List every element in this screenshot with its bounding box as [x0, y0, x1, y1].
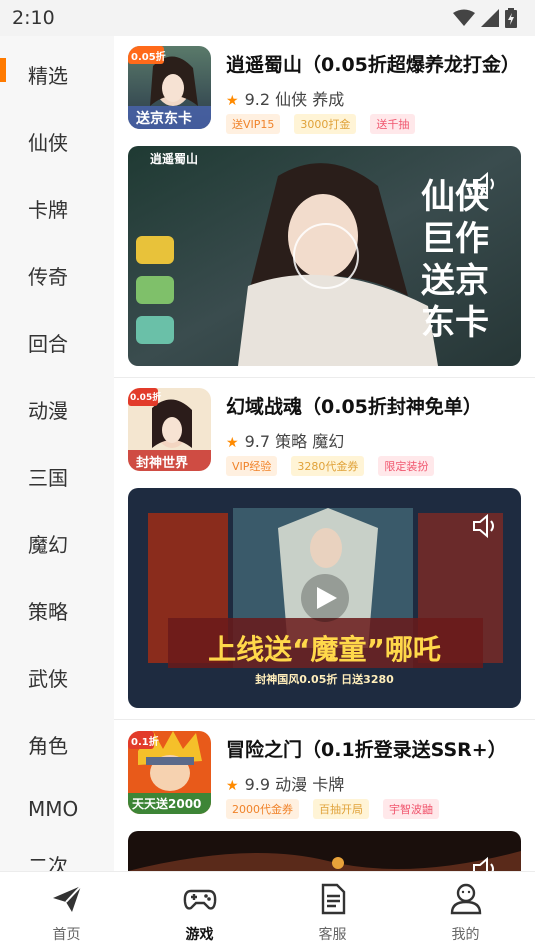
nav-label: 客服	[318, 927, 347, 943]
sidebar-item-label: 魔幻	[28, 533, 68, 557]
game-rating: 9.9	[244, 775, 271, 794]
battery-icon	[505, 8, 517, 28]
nav-home[interactable]: 首页	[0, 872, 133, 952]
game-video-banner[interactable]	[128, 831, 521, 871]
status-bar: 2:10	[0, 0, 535, 36]
sidebar-item[interactable]: 二次	[0, 840, 114, 871]
thumb-caption: 封神世界	[136, 456, 189, 471]
sidebar-item[interactable]: 回合	[0, 318, 114, 358]
sidebar-item-label: MMO	[28, 797, 79, 821]
game-title[interactable]: 逍遥蜀山（0.05折超爆养龙打金）	[226, 50, 520, 77]
tag-badge: 3280代金券	[291, 456, 365, 476]
sidebar-item-label: 三国	[28, 466, 68, 490]
sidebar-item-label: 传奇	[28, 265, 68, 289]
game-tags: 2000代金券 百抽开局 宇智波鼬	[226, 799, 439, 819]
game-tags: 送VIP15 3000打金 送千抽	[226, 114, 416, 134]
sidebar-item-label: 角色	[28, 734, 68, 758]
sidebar-item[interactable]: 卡牌	[0, 184, 114, 224]
nav-customer-service[interactable]: 客服	[266, 872, 399, 952]
sidebar-item[interactable]: 精选	[0, 50, 114, 90]
game-icon-image[interactable]: 0.05折 封神世界	[128, 388, 211, 471]
game-rating: 9.7	[244, 432, 271, 451]
game-video-banner[interactable]: 上线送“魔童”哪吒 封神国风0.05折 日送3280	[128, 488, 521, 708]
sidebar-item[interactable]: 传奇	[0, 251, 114, 291]
game-meta: ★ 9.9 动漫 卡牌	[226, 771, 344, 795]
thumb-caption: 天天送2000	[132, 797, 202, 811]
gamepad-icon	[183, 889, 216, 910]
tag-badge: 3000打金	[294, 114, 357, 134]
star-icon: ★	[226, 435, 239, 451]
tag-badge: 限定装扮	[378, 456, 435, 476]
sidebar-item[interactable]: 魔幻	[0, 519, 114, 559]
mute-icon[interactable]	[471, 170, 499, 198]
tag-badge: 2000代金券	[226, 799, 299, 819]
game-icon-image[interactable]: 0.05折 送京东卡	[128, 46, 211, 129]
sidebar-item-label: 精选	[28, 64, 68, 88]
game-meta: ★ 9.7 策略 魔幻	[226, 428, 344, 452]
tag-badge: 宇智波鼬	[383, 799, 439, 819]
bottom-nav: 首页 游戏 客服 我的	[0, 871, 535, 952]
thumb-badge: 0.1折	[131, 737, 159, 748]
sidebar-item-label: 回合	[28, 332, 68, 356]
nav-label: 首页	[52, 927, 81, 943]
star-icon: ★	[226, 93, 239, 109]
divider	[114, 377, 535, 378]
game-genres: 仙侠 养成	[275, 90, 345, 109]
banner-logo: 逍遥蜀山	[150, 152, 199, 166]
sidebar-item[interactable]: 武侠	[0, 653, 114, 693]
mute-icon[interactable]	[471, 855, 499, 871]
game-genres: 动漫 卡牌	[275, 775, 345, 794]
sidebar-item-label: 策略	[28, 600, 68, 624]
sidebar-item-label: 二次	[28, 854, 68, 871]
status-time: 2:10	[12, 7, 55, 29]
banner-subcaption: 封神国风0.05折 日送3280	[255, 673, 394, 686]
sidebar-item[interactable]: 角色	[0, 720, 114, 760]
sidebar-item-label: 武侠	[28, 667, 68, 691]
star-icon: ★	[226, 778, 239, 794]
cellular-icon	[481, 9, 499, 27]
game-tags: VIP经验 3280代金券 限定装扮	[226, 456, 435, 476]
sidebar-item-label: 仙侠	[28, 131, 68, 155]
sidebar-item-label: 卡牌	[28, 198, 68, 222]
game-video-banner[interactable]: 逍遥蜀山 仙侠巨作 送京东卡	[128, 146, 521, 366]
user-icon	[450, 883, 481, 915]
nav-label: 游戏	[185, 927, 214, 943]
thumb-badge: 0.05折	[130, 393, 162, 403]
banner-caption: 上线送“魔童”哪吒	[208, 633, 441, 666]
mute-icon[interactable]	[471, 512, 499, 540]
document-icon	[321, 883, 345, 915]
tag-badge: VIP经验	[226, 456, 278, 476]
game-title[interactable]: 冒险之门（0.1折登录送SSR+）	[226, 735, 507, 762]
sidebar-item-label: 动漫	[28, 399, 68, 423]
sidebar-item[interactable]: MMO	[0, 787, 114, 827]
category-sidebar: 精选 仙侠 卡牌 传奇 回合 动漫 三国 魔幻 策略 武侠 角色 MMO 二次	[0, 36, 114, 871]
game-title[interactable]: 幻域战魂（0.05折封神免单）	[226, 392, 482, 419]
game-genres: 策略 魔幻	[275, 432, 345, 451]
tag-badge: 百抽开局	[313, 799, 369, 819]
thumb-badge: 0.05折	[131, 52, 166, 63]
game-icon-image[interactable]: 0.1折 天天送2000	[128, 731, 211, 814]
tag-badge: 送VIP15	[226, 114, 281, 134]
game-rating: 9.2	[244, 90, 271, 109]
divider	[114, 719, 535, 720]
sidebar-item[interactable]: 动漫	[0, 385, 114, 425]
game-meta: ★ 9.2 仙侠 养成	[226, 86, 344, 110]
wifi-icon	[453, 9, 475, 26]
active-indicator	[0, 58, 6, 82]
thumb-caption: 送京东卡	[136, 111, 192, 127]
sidebar-item[interactable]: 三国	[0, 452, 114, 492]
sidebar-item[interactable]: 仙侠	[0, 117, 114, 157]
nav-games[interactable]: 游戏	[133, 872, 266, 952]
game-list: 0.05折 送京东卡 逍遥蜀山（0.05折超爆养龙打金） ★ 9.2 仙侠 养成 …	[114, 36, 535, 871]
banner-caption: 仙侠巨作 送京东卡	[421, 177, 489, 343]
nav-mine[interactable]: 我的	[399, 872, 532, 952]
paper-plane-icon	[52, 885, 82, 912]
nav-label: 我的	[451, 927, 480, 943]
tag-badge: 送千抽	[370, 114, 416, 134]
sidebar-item[interactable]: 策略	[0, 586, 114, 626]
